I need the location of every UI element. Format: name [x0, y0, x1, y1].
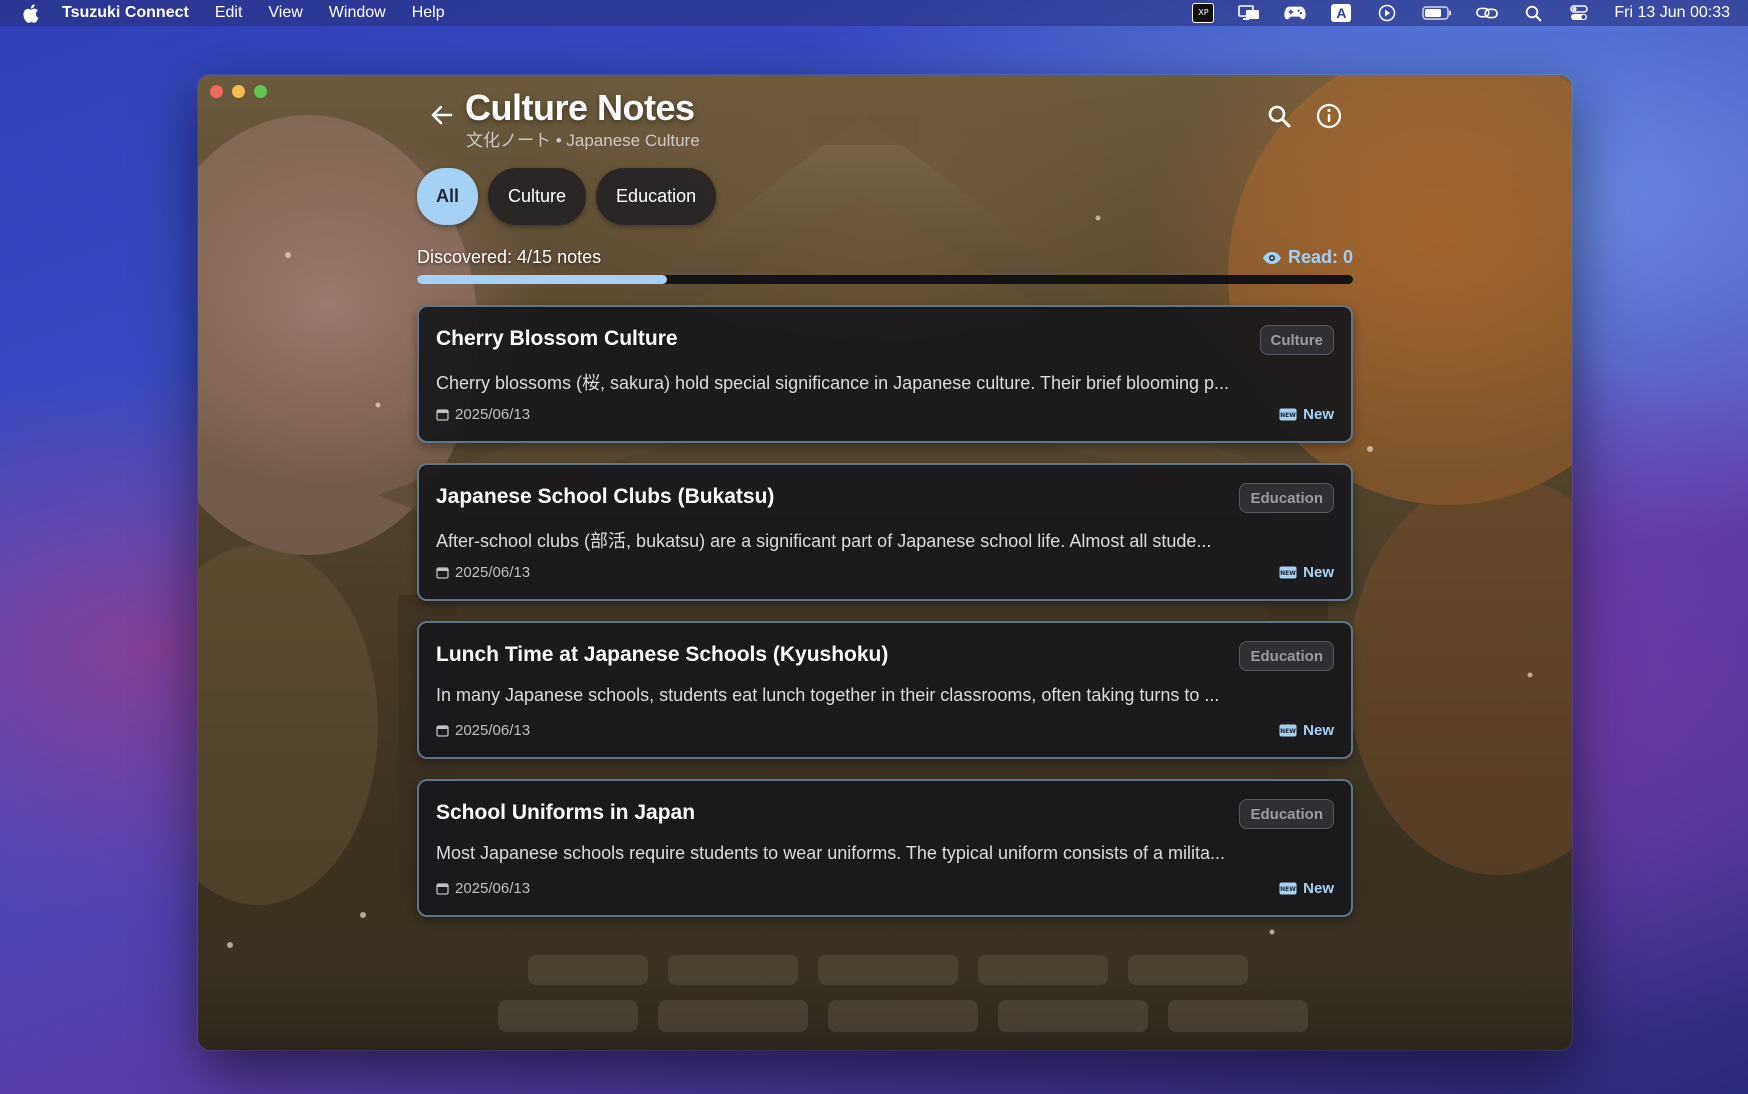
read-count: Read: 0 [1262, 247, 1353, 268]
notes-list: Cherry Blossom Culture Culture Cherry bl… [417, 305, 1353, 937]
calendar-icon [436, 567, 449, 579]
menu-help[interactable]: Help [412, 4, 445, 22]
read-count-label: Read: 0 [1287, 247, 1353, 267]
note-date: 2025/06/13 [436, 722, 530, 739]
note-date-label: 2025/06/13 [455, 564, 531, 581]
page-subtitle: 文化ノート • Japanese Culture [466, 131, 700, 150]
discovery-progress-bar [417, 275, 1353, 284]
battery-icon[interactable] [1422, 4, 1452, 22]
note-title: Cherry Blossom Culture [436, 327, 678, 350]
svg-text:NEW: NEW [1280, 570, 1296, 577]
calendar-icon [436, 883, 449, 895]
window-controls [210, 85, 267, 98]
menu-window[interactable]: Window [329, 4, 386, 22]
note-title: School Uniforms in Japan [436, 801, 696, 824]
note-status-label: New [1303, 722, 1334, 739]
app-window: Culture Notes 文化ノート • Japanese Culture A… [198, 75, 1572, 1050]
new-badge-icon: NEW [1279, 882, 1297, 895]
note-status: NEW New [1279, 880, 1334, 897]
app-name-menu[interactable]: Tsuzuki Connect [62, 4, 189, 22]
apple-menu-icon[interactable] [20, 3, 40, 23]
xp-pen-label: XP [1192, 3, 1215, 23]
display-icon[interactable] [1238, 4, 1260, 22]
note-card[interactable]: Cherry Blossom Culture Culture Cherry bl… [417, 305, 1353, 443]
note-excerpt: After-school clubs (部活, bukatsu) are a s… [436, 531, 1212, 551]
page-title: Culture Notes [465, 87, 695, 128]
note-status-label: New [1303, 564, 1334, 581]
note-status: NEW New [1279, 406, 1334, 423]
new-badge-icon: NEW [1279, 408, 1297, 421]
note-category-tag: Education [1239, 799, 1334, 829]
menu-view[interactable]: View [268, 4, 302, 22]
note-category-tag: Education [1239, 641, 1334, 671]
link-icon[interactable] [1476, 4, 1499, 22]
info-icon [1316, 103, 1342, 129]
note-category-tag: Culture [1259, 325, 1334, 355]
new-badge-icon: NEW [1279, 566, 1297, 579]
close-window-button[interactable] [210, 85, 223, 98]
tab-all[interactable]: All [417, 168, 479, 225]
note-date: 2025/06/13 [436, 406, 530, 423]
note-status: NEW New [1279, 722, 1334, 739]
discovered-count: Discovered: 4/15 notes [417, 247, 602, 267]
note-date: 2025/06/13 [436, 564, 530, 581]
svg-text:NEW: NEW [1280, 728, 1296, 735]
note-date-label: 2025/06/13 [455, 880, 531, 897]
category-tabs: All Culture Education [417, 168, 717, 225]
input-source-a-icon[interactable]: A [1330, 4, 1352, 22]
calendar-icon [436, 725, 449, 737]
note-status-label: New [1303, 880, 1334, 897]
note-status: NEW New [1279, 564, 1334, 581]
note-category-tag: Education [1239, 483, 1334, 513]
note-date: 2025/06/13 [436, 880, 530, 897]
note-status-label: New [1303, 406, 1334, 423]
note-card[interactable]: Japanese School Clubs (Bukatsu) Educatio… [417, 463, 1353, 601]
tab-culture[interactable]: Culture [488, 168, 587, 225]
input-source-label: A [1331, 4, 1352, 22]
note-excerpt: Cherry blossoms (桜, sakura) hold special… [436, 373, 1230, 393]
note-title: Japanese School Clubs (Bukatsu) [436, 485, 775, 508]
discovery-progress-fill [417, 275, 667, 284]
xp-pen-icon[interactable]: XP [1192, 3, 1215, 23]
gamepad-icon[interactable] [1284, 4, 1307, 22]
play-circle-icon[interactable] [1376, 4, 1398, 22]
note-card[interactable]: Lunch Time at Japanese Schools (Kyushoku… [417, 621, 1353, 759]
minimize-window-button[interactable] [232, 85, 245, 98]
search-button[interactable] [1264, 101, 1294, 131]
note-card[interactable]: School Uniforms in Japan Education Most … [417, 779, 1353, 917]
search-icon [1268, 105, 1291, 128]
new-badge-icon: NEW [1279, 724, 1297, 737]
progress-summary: Discovered: 4/15 notes Read: 0 [417, 247, 1353, 271]
zoom-window-button[interactable] [254, 85, 267, 98]
spotlight-search-icon[interactable] [1522, 4, 1544, 22]
control-center-icon[interactable] [1568, 4, 1590, 22]
menu-bar: Tsuzuki Connect Edit View Window Help XP… [0, 0, 1748, 26]
note-title: Lunch Time at Japanese Schools (Kyushoku… [436, 643, 889, 666]
menu-bar-tray: XP A Fri 13 Jun 00:33 [1192, 0, 1748, 26]
menu-bar-clock[interactable]: Fri 13 Jun 00:33 [1614, 4, 1730, 22]
svg-text:NEW: NEW [1280, 412, 1296, 419]
arrow-left-icon [431, 105, 453, 125]
note-excerpt: In many Japanese schools, students eat l… [436, 685, 1220, 705]
note-date-label: 2025/06/13 [455, 406, 531, 423]
svg-text:NEW: NEW [1280, 886, 1296, 893]
eye-icon [1262, 251, 1281, 264]
info-button[interactable] [1314, 101, 1344, 131]
back-button[interactable] [428, 101, 456, 129]
note-date-label: 2025/06/13 [455, 722, 531, 739]
calendar-icon [436, 409, 449, 421]
tab-education[interactable]: Education [596, 168, 717, 225]
note-excerpt: Most Japanese schools require students t… [436, 843, 1226, 863]
menu-edit[interactable]: Edit [215, 4, 243, 22]
